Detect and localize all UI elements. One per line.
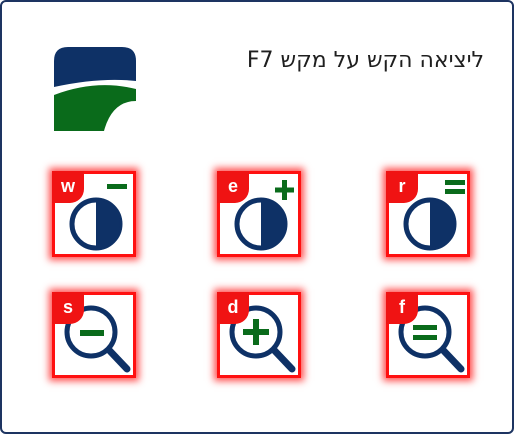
shortcut-key: r xyxy=(386,171,418,203)
accessibility-panel: ליציאה הקש על מקש F7 w e r s d f xyxy=(0,0,514,434)
ministry-logo-icon xyxy=(54,47,136,131)
exit-hint-text: ליציאה הקש על מקש F7 xyxy=(246,48,484,73)
shortcut-key: d xyxy=(217,292,249,324)
zoom-out-button[interactable]: s xyxy=(52,292,136,378)
shortcut-key: s xyxy=(52,292,84,324)
shortcut-key: w xyxy=(52,171,84,203)
zoom-reset-button[interactable]: f xyxy=(386,292,470,378)
contrast-reset-button[interactable]: r xyxy=(386,171,470,257)
contrast-increase-button[interactable]: e xyxy=(217,171,301,257)
contrast-decrease-button[interactable]: w xyxy=(52,171,136,257)
zoom-in-button[interactable]: d xyxy=(217,292,301,378)
shortcut-key: e xyxy=(217,171,249,203)
shortcut-key: f xyxy=(386,292,418,324)
